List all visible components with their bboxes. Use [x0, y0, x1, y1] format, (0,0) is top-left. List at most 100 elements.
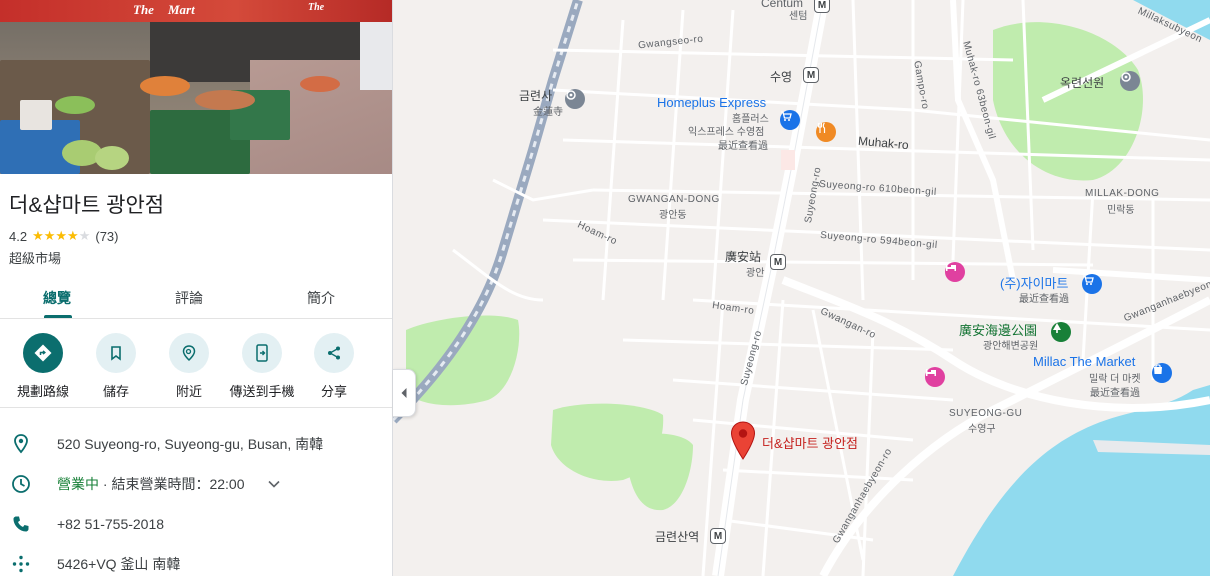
plus-code-text: 5426+VQ 釜山 南韓: [57, 556, 181, 572]
map-label-geumryeon-sub: 金蓮寺: [533, 107, 563, 118]
review-count[interactable]: (73): [95, 229, 118, 244]
clock-icon: [10, 473, 32, 495]
phone-row[interactable]: +82 51-755-2018: [0, 504, 392, 544]
awning-sign-the: The: [133, 2, 154, 17]
nearby-button[interactable]: 附近: [153, 333, 225, 400]
metro-station-icon[interactable]: M: [770, 254, 786, 270]
map-label-homeplus[interactable]: Homeplus Express: [657, 95, 766, 110]
map-label-suyeong-gu: SUYEONG-GU: [949, 408, 1023, 419]
map-label-gwangan-station-ko: 광안: [746, 268, 765, 279]
map-label-gwangan-dong-ko: 광안동: [659, 210, 687, 221]
address-text: 520 Suyeong-ro, Suyeong-gu, Busan, 南韓: [57, 436, 324, 452]
map-label-millac-market[interactable]: Millac The Market: [1033, 354, 1135, 369]
fruit-display: [140, 76, 190, 96]
map-label-geumryeonsan-station[interactable]: 금련산역: [655, 528, 699, 545]
send-to-phone-label: 傳送到手機: [229, 384, 295, 399]
map-label-millak-dong-ko: 민락동: [1107, 205, 1135, 216]
hours-row[interactable]: 營業中 · 結束營業時間：22:00: [0, 464, 392, 504]
landmark-area: [781, 150, 795, 170]
save-button[interactable]: 儲存: [80, 333, 152, 400]
save-label: 儲存: [102, 384, 129, 399]
nearby-icon: [169, 333, 209, 373]
rating-row[interactable]: 4.2 ★★★★★ (73): [9, 228, 118, 244]
rating-value: 4.2: [9, 228, 28, 244]
directions-button[interactable]: 規劃路線: [7, 333, 79, 400]
place-details-panel: The Mart The 더&샵마트 광안점 4.2 ★★★★★ (73) 超級…: [0, 0, 393, 576]
restaurant-icon[interactable]: [816, 122, 836, 142]
map-label-beach-park-ko: 광안해변공원: [983, 341, 1039, 352]
star-icon: ★: [67, 228, 79, 243]
metro-station-icon[interactable]: M: [803, 67, 819, 83]
store-awning: [0, 0, 392, 22]
fruit-display: [300, 76, 340, 92]
hill-area: [393, 420, 483, 576]
directions-icon: [23, 333, 63, 373]
share-button[interactable]: 分享: [298, 333, 370, 400]
map-canvas[interactable]: Centum 센텀 M Gwangseo-ro 수영 M Gampo-ro Mu…: [393, 0, 1210, 576]
plus-code-icon: [10, 553, 32, 575]
map-label-gwangan-station[interactable]: 廣安站: [725, 248, 761, 265]
temple-icon[interactable]: [565, 89, 585, 109]
place-category[interactable]: 超級市場: [9, 248, 61, 267]
tab-overview[interactable]: 總覽: [7, 288, 107, 308]
place-tabs: 總覽 評論 簡介: [0, 274, 392, 319]
maps-app: The Mart The 더&샵마트 광안점 4.2 ★★★★★ (73) 超級…: [0, 0, 1210, 576]
shopping-bag-icon[interactable]: [1152, 363, 1172, 383]
chevron-left-icon: [401, 388, 407, 398]
star-icon: ★: [32, 228, 44, 243]
action-buttons: 規劃路線 儲存 附近 傳送到手機 分享: [0, 320, 392, 408]
nearby-label: 附近: [175, 384, 202, 399]
place-title: 더&샵마트 광안점: [9, 194, 165, 217]
phone-text: +82 51-755-2018: [57, 516, 165, 532]
collapse-panel-button[interactable]: [393, 369, 416, 417]
temple-icon[interactable]: [1120, 71, 1140, 91]
share-label: 分享: [320, 384, 347, 399]
vegetables: [55, 96, 95, 114]
phone-icon: [10, 513, 32, 535]
awning-sign-the-small: The: [308, 2, 325, 13]
tab-about[interactable]: 簡介: [271, 288, 371, 308]
tab-reviews[interactable]: 評論: [139, 288, 239, 308]
map-label-gwangan-dong: GWANGAN-DONG: [628, 194, 720, 205]
selected-place-pin-icon[interactable]: [730, 421, 756, 461]
share-icon: [314, 333, 354, 373]
map-label-geumryeon-temple[interactable]: 금련사: [519, 87, 552, 104]
closing-time: · 結束營業時間：22:00: [99, 476, 245, 492]
map-label-centum-ko: 센텀: [789, 11, 808, 22]
box: [20, 100, 52, 130]
address-row[interactable]: 520 Suyeong-ro, Suyeong-gu, Busan, 南韓: [0, 424, 392, 464]
bookmark-icon: [96, 333, 136, 373]
send-to-phone-button[interactable]: 傳送到手機: [226, 333, 298, 400]
place-photo[interactable]: The Mart The: [0, 0, 392, 174]
hotel-icon[interactable]: [925, 367, 945, 387]
map-label-millak-dong: MILLAK-DONG: [1085, 188, 1160, 199]
metro-station-icon[interactable]: M: [710, 528, 726, 544]
park-area-3: [628, 433, 693, 511]
plus-code-row[interactable]: 5426+VQ 釜山 南韓: [0, 544, 392, 576]
map-label-suyeong-station[interactable]: 수영: [770, 68, 792, 85]
park-tree-icon[interactable]: [1051, 322, 1071, 342]
map-label-selected-place[interactable]: 더&샵마트 광안점: [762, 433, 858, 452]
fruit-display: [195, 90, 255, 110]
directions-label: 規劃路線: [16, 384, 69, 399]
open-status: 營業中: [57, 476, 99, 492]
hours-text: 營業中 · 結束營業時間：22:00: [57, 474, 244, 494]
send-to-phone-icon: [242, 333, 282, 373]
rating-stars-icon: ★★★★★: [32, 228, 90, 244]
map-label-okryeon-temple[interactable]: 옥련선원: [1060, 74, 1104, 91]
active-tab-indicator: [44, 315, 72, 318]
star-icon: ★: [55, 228, 68, 243]
metro-station-icon[interactable]: M: [814, 0, 830, 13]
star-empty-icon: ★: [78, 228, 91, 243]
shopping-cart-icon[interactable]: [1082, 274, 1102, 294]
hotel-icon[interactable]: [945, 262, 965, 282]
map-label-suyeong-gu-ko: 수영구: [968, 424, 996, 435]
map-label-millac-ko: 밀락 더 마켓: [1089, 374, 1141, 385]
awning-sign-mart: Mart: [168, 2, 195, 17]
star-icon: ★: [43, 228, 56, 243]
map-label-recent: 最近查看過: [718, 141, 768, 152]
chevron-down-icon[interactable]: [268, 475, 280, 493]
shopping-cart-icon[interactable]: [780, 110, 800, 130]
location-pin-icon: [10, 433, 32, 455]
map-label-jai-mart-recent: 最近查看過: [1019, 294, 1069, 305]
